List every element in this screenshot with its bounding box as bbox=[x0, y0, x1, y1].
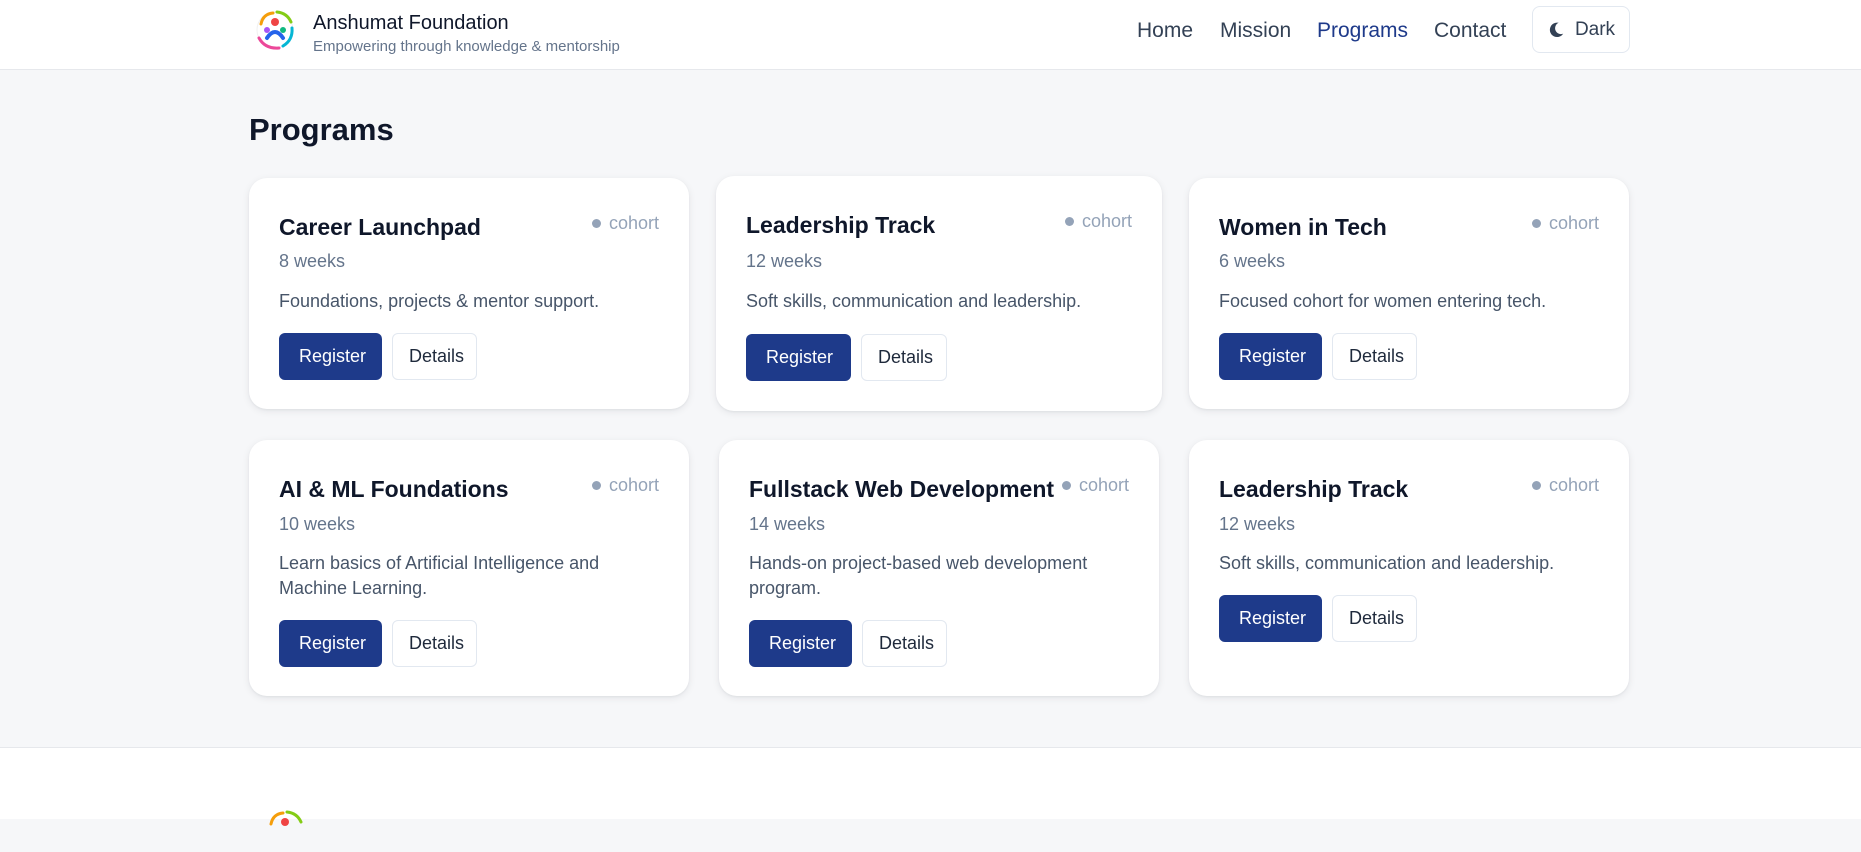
program-description: Learn basics of Artificial Intelligence … bbox=[279, 553, 600, 598]
details-button[interactable]: Details bbox=[392, 620, 477, 667]
status-dot-icon bbox=[591, 218, 601, 228]
status-dot-icon bbox=[1531, 218, 1541, 228]
badge-label: cohort bbox=[1078, 475, 1129, 495]
details-button[interactable]: Details bbox=[862, 620, 947, 667]
status-dot-icon bbox=[1061, 480, 1071, 490]
site-header: Anshumat Foundation Empowering through k… bbox=[0, 0, 1861, 70]
cohort-badge: cohort bbox=[591, 212, 659, 234]
badge-label: cohort bbox=[608, 475, 659, 495]
program-card: Career Launchpad cohort 8 weeks Foundati… bbox=[249, 178, 689, 409]
register-button[interactable]: Register bbox=[1219, 595, 1322, 642]
program-description: Focused cohort for women entering tech. bbox=[1219, 291, 1547, 311]
program-card: Leadership Track cohort 12 weeks Soft sk… bbox=[716, 176, 1162, 411]
program-title: Career Launchpad bbox=[279, 214, 481, 240]
status-dot-icon bbox=[1531, 480, 1541, 490]
badge-label: cohort bbox=[1081, 211, 1132, 231]
program-duration: 14 weeks bbox=[749, 514, 826, 534]
details-button[interactable]: Details bbox=[861, 334, 947, 381]
register-button[interactable]: Register bbox=[279, 620, 382, 667]
details-button[interactable]: Details bbox=[1332, 595, 1417, 642]
cohort-badge: cohort bbox=[1531, 212, 1599, 234]
program-title: Fullstack Web Development bbox=[749, 476, 1055, 502]
theme-toggle-label: Dark bbox=[1574, 18, 1616, 40]
program-duration: 12 weeks bbox=[1219, 514, 1296, 534]
brand-tagline: Empowering through knowledge & mentorshi… bbox=[313, 38, 620, 55]
cohort-badge: cohort bbox=[591, 474, 659, 496]
program-card: Fullstack Web Development cohort 14 week… bbox=[719, 440, 1159, 696]
program-duration: 10 weeks bbox=[279, 514, 356, 534]
program-title: Leadership Track bbox=[1219, 476, 1409, 502]
program-description: Hands-on project-based web development p… bbox=[749, 553, 1088, 598]
people-circle-logo-icon bbox=[269, 810, 303, 826]
nav-programs[interactable]: Programs bbox=[1317, 18, 1408, 44]
people-circle-logo-icon bbox=[256, 10, 294, 50]
program-description: Foundations, projects & mentor support. bbox=[279, 291, 600, 311]
program-title: Leadership Track bbox=[746, 212, 936, 238]
register-button[interactable]: Register bbox=[749, 620, 852, 667]
moon-icon bbox=[1549, 22, 1564, 37]
badge-label: cohort bbox=[1548, 213, 1599, 233]
register-button[interactable]: Register bbox=[746, 334, 851, 381]
brand[interactable]: Anshumat Foundation Empowering through k… bbox=[253, 8, 620, 57]
program-card: Women in Tech cohort 6 weeks Focused coh… bbox=[1189, 178, 1629, 409]
program-card: Leadership Track cohort 12 weeks Soft sk… bbox=[1189, 440, 1629, 696]
program-duration: 8 weeks bbox=[279, 251, 346, 271]
site-footer bbox=[0, 747, 1861, 826]
badge-label: cohort bbox=[1548, 475, 1599, 495]
nav-home[interactable]: Home bbox=[1137, 18, 1193, 44]
program-description: Soft skills, communication and leadershi… bbox=[746, 291, 1082, 311]
brand-name: Anshumat Foundation bbox=[313, 12, 509, 34]
programs-title: Programs bbox=[249, 112, 394, 147]
theme-toggle-button[interactable]: Dark bbox=[1532, 6, 1630, 53]
cohort-badge: cohort bbox=[1531, 474, 1599, 496]
cohort-badge: cohort bbox=[1061, 474, 1129, 496]
program-card: AI & ML Foundations cohort 10 weeks Lear… bbox=[249, 440, 689, 696]
program-description: Soft skills, communication and leadershi… bbox=[1219, 553, 1555, 573]
badge-label: cohort bbox=[608, 213, 659, 233]
details-button[interactable]: Details bbox=[1332, 333, 1417, 380]
status-dot-icon bbox=[1064, 216, 1074, 226]
nav-mission[interactable]: Mission bbox=[1220, 18, 1291, 44]
cohort-badge: cohort bbox=[1064, 210, 1132, 232]
program-duration: 6 weeks bbox=[1219, 251, 1286, 271]
program-duration: 12 weeks bbox=[746, 251, 823, 271]
details-button[interactable]: Details bbox=[392, 333, 477, 380]
program-title: AI & ML Foundations bbox=[279, 476, 509, 502]
program-title: Women in Tech bbox=[1219, 214, 1387, 240]
register-button[interactable]: Register bbox=[1219, 333, 1322, 380]
nav-contact[interactable]: Contact bbox=[1434, 18, 1506, 44]
register-button[interactable]: Register bbox=[279, 333, 382, 380]
status-dot-icon bbox=[591, 480, 601, 490]
